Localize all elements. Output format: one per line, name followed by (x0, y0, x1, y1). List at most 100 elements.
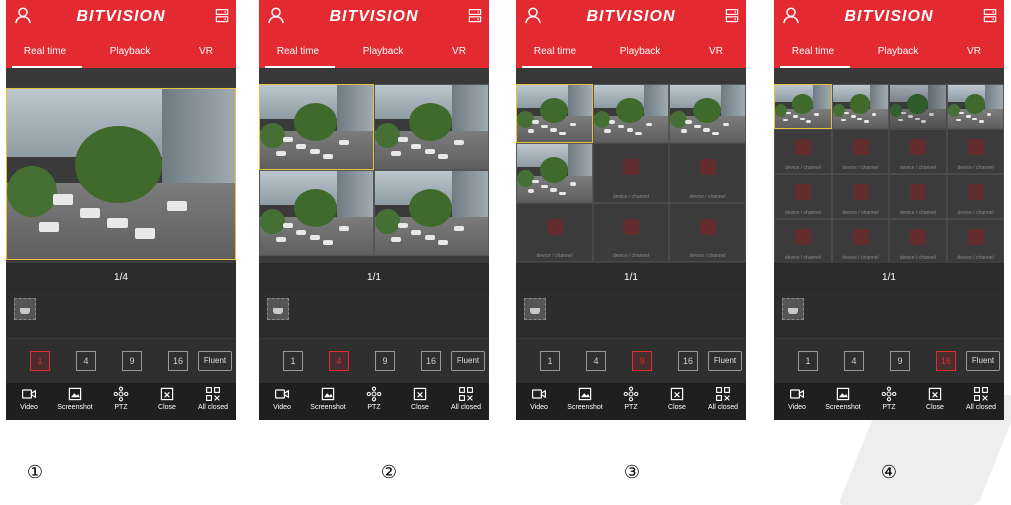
camera-feed[interactable] (832, 84, 889, 129)
empty-channel-slot[interactable]: device / channel (593, 143, 669, 203)
empty-channel-slot[interactable]: device / channel (774, 129, 832, 174)
close-button[interactable]: Close (397, 386, 443, 411)
all-closed-button[interactable]: All closed (190, 386, 236, 411)
empty-channel-slot[interactable]: device / channel (832, 219, 889, 264)
camera-feed[interactable] (889, 84, 947, 129)
empty-channel-slot[interactable]: device / channel (889, 174, 947, 219)
split-4-button[interactable]: 4 (586, 351, 606, 371)
video-icon (275, 389, 289, 399)
feed-car (282, 137, 293, 143)
split-1-button[interactable]: 1 (283, 351, 303, 371)
empty-channel-slot[interactable]: device / channel (947, 219, 1004, 264)
all-closed-icon (459, 387, 473, 401)
tab-playback[interactable]: Playback (84, 46, 176, 57)
camera-feed[interactable] (516, 143, 593, 203)
add-channel-icon (852, 229, 869, 246)
tab-playback[interactable]: Playback (852, 46, 944, 57)
empty-channel-slot[interactable]: device / channel (669, 203, 746, 262)
split-9-button[interactable]: 9 (122, 351, 142, 371)
video-button[interactable]: Video (259, 386, 305, 411)
split-16-button[interactable]: 16 (421, 351, 441, 371)
tab-playback[interactable]: Playback (337, 46, 429, 57)
empty-channel-slot[interactable]: device / channel (774, 219, 832, 264)
tab-real-time[interactable]: Real time (6, 46, 84, 57)
empty-channel-slot[interactable]: device / channel (669, 143, 746, 203)
tab-real-time[interactable]: Real time (774, 46, 852, 57)
split-16-button[interactable]: 16 (678, 351, 698, 371)
close-button[interactable]: Close (654, 386, 700, 411)
empty-channel-label: device / channel (784, 165, 822, 171)
feed-car (166, 201, 188, 212)
empty-channel-slot[interactable]: device / channel (889, 129, 947, 174)
camera-feed[interactable] (669, 84, 746, 143)
split-16-button[interactable]: 16 (168, 351, 188, 371)
ptz-button[interactable]: PTZ (608, 386, 654, 411)
empty-channel-slot[interactable]: device / channel (889, 219, 947, 264)
video-button[interactable]: Video (774, 386, 820, 411)
empty-channel-slot[interactable]: device / channel (832, 174, 889, 219)
add-channel-icon (910, 184, 926, 201)
tab-vr[interactable]: VR (944, 46, 1004, 57)
empty-channel-slot[interactable]: device / channel (832, 129, 889, 174)
split-1-button[interactable]: 1 (798, 351, 818, 371)
empty-channel-slot[interactable]: device / channel (593, 203, 669, 262)
split-16-button[interactable]: 16 (936, 351, 956, 371)
camera-feed[interactable] (516, 84, 593, 143)
tab-vr[interactable]: VR (429, 46, 489, 57)
all-closed-button[interactable]: All closed (958, 386, 1004, 411)
toolbar-label: Close (411, 404, 429, 411)
camera-feed[interactable] (259, 84, 374, 170)
stream-quality-button[interactable]: Fluent (451, 351, 485, 371)
feed-car (438, 239, 449, 245)
split-9-button[interactable]: 9 (890, 351, 910, 371)
tab-real-time[interactable]: Real time (516, 46, 594, 57)
stream-quality-button[interactable]: Fluent (966, 351, 1000, 371)
empty-channel-slot[interactable]: device / channel (774, 174, 832, 219)
split-4-button[interactable]: 4 (76, 351, 96, 371)
camera-feed[interactable] (259, 170, 374, 256)
screenshot-button[interactable]: Screenshot (52, 386, 98, 411)
camera-feed[interactable] (374, 84, 489, 170)
split-1-button[interactable]: 1 (30, 351, 50, 371)
video-button[interactable]: Video (516, 386, 562, 411)
snapshot-thumbnail[interactable] (524, 298, 546, 320)
empty-channel-slot[interactable]: device / channel (947, 129, 1004, 174)
ptz-button[interactable]: PTZ (98, 386, 144, 411)
camera-feed[interactable] (593, 84, 669, 143)
stream-quality-button[interactable]: Fluent (708, 351, 742, 371)
snapshot-thumbnail[interactable] (267, 298, 289, 320)
split-9-button[interactable]: 9 (632, 351, 652, 371)
screenshot-button[interactable]: Screenshot (820, 386, 866, 411)
screenshot-button[interactable]: Screenshot (305, 386, 351, 411)
snapshot-thumbnail[interactable] (782, 298, 804, 320)
split-1-button[interactable]: 1 (540, 351, 560, 371)
stream-quality-button[interactable]: Fluent (198, 351, 232, 371)
feed-car (282, 223, 293, 229)
feed-car (907, 115, 913, 118)
empty-channel-slot[interactable]: device / channel (947, 174, 1004, 219)
video-button[interactable]: Video (6, 386, 52, 411)
split-4-button[interactable]: 4 (329, 351, 349, 371)
camera-feed[interactable] (774, 84, 832, 129)
screenshot-button[interactable]: Screenshot (562, 386, 608, 411)
screen-step-number: ③ (623, 462, 641, 483)
tab-vr[interactable]: VR (686, 46, 746, 57)
snapshot-thumbnail[interactable] (14, 298, 36, 320)
tab-playback[interactable]: Playback (594, 46, 686, 57)
split-9-button[interactable]: 9 (375, 351, 395, 371)
camera-feed[interactable] (374, 170, 489, 256)
ptz-button[interactable]: PTZ (351, 386, 397, 411)
close-button[interactable]: Close (144, 386, 190, 411)
camera-feed[interactable] (6, 88, 236, 260)
tab-vr[interactable]: VR (176, 46, 236, 57)
tab-real-time[interactable]: Real time (259, 46, 337, 57)
all-closed-button[interactable]: All closed (700, 386, 746, 411)
feed-car (635, 131, 643, 136)
split-4-button[interactable]: 4 (844, 351, 864, 371)
empty-channel-slot[interactable]: device / channel (516, 203, 593, 262)
close-button[interactable]: Close (912, 386, 958, 411)
ptz-button[interactable]: PTZ (866, 386, 912, 411)
camera-feed[interactable] (947, 84, 1004, 129)
all-closed-button[interactable]: All closed (443, 386, 489, 411)
feed-tree (539, 156, 568, 183)
